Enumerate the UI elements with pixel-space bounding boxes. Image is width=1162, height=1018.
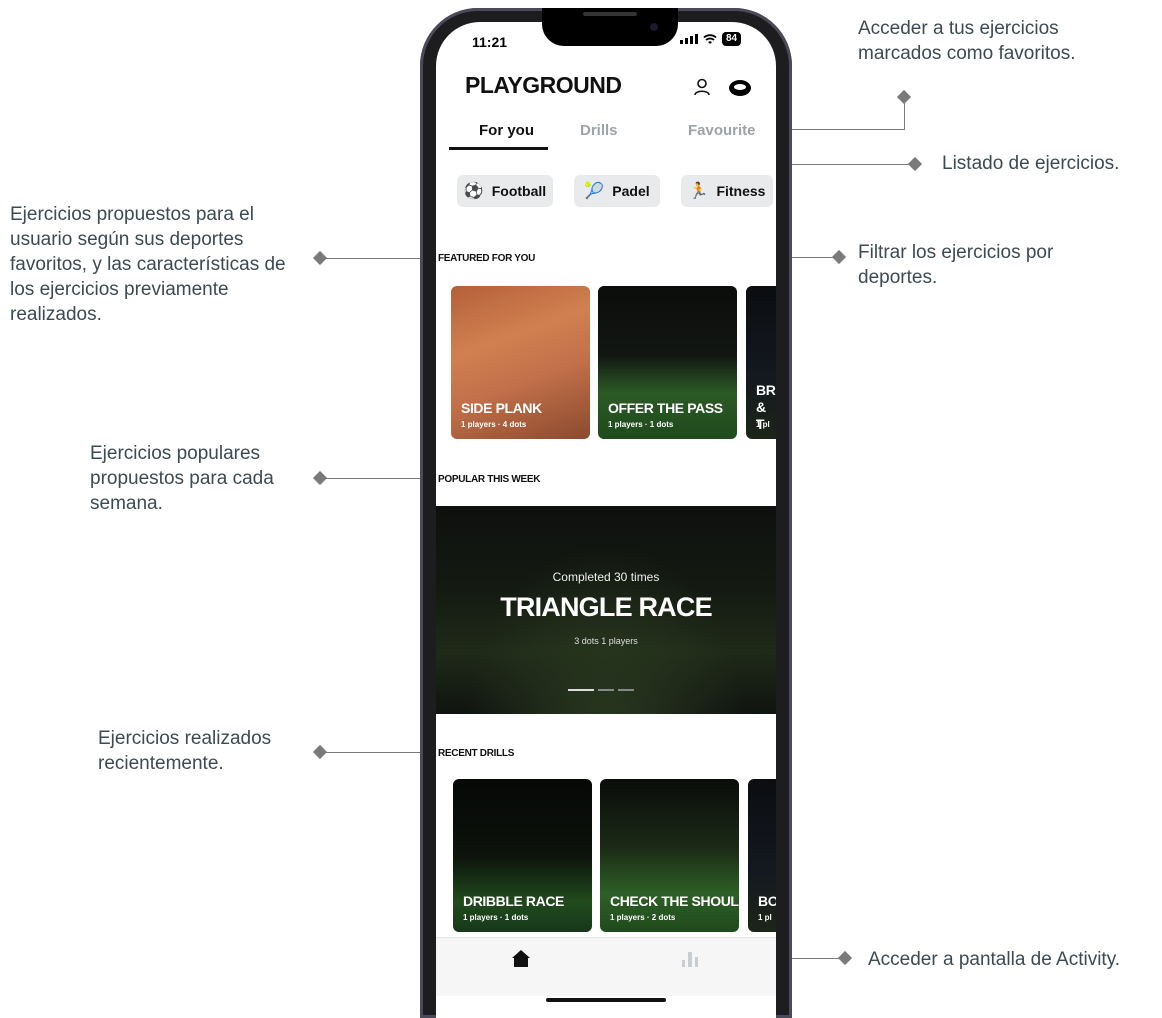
dots-device-icon[interactable]	[729, 80, 751, 96]
filter-chip-label: Football	[491, 183, 547, 199]
tab-favourite[interactable]: Favourite	[688, 122, 756, 139]
card-meta: 1 pl	[756, 420, 770, 429]
annotation-recent: Ejercicios realizados recientemente.	[98, 728, 272, 774]
recent-card[interactable]: BO 1 pl	[748, 779, 776, 932]
completed-count: Completed 30 times	[552, 570, 660, 584]
filter-chip-fitness[interactable]: 🏃 Fitness	[681, 175, 773, 207]
app-title: PLAYGROUND	[465, 72, 622, 98]
annotation-drills-list: Listado de ejercicios.	[942, 153, 1120, 174]
profile-icon[interactable]	[693, 78, 711, 96]
battery-icon: 84	[722, 32, 742, 46]
banner-meta: 3 dots 1 players	[574, 636, 638, 646]
featured-card[interactable]: BR & T 1 pl	[746, 286, 776, 439]
card-meta: 1 players · 1 dots	[608, 420, 674, 429]
card-meta: 1 players · 2 dots	[610, 913, 676, 922]
featured-card[interactable]: SIDE PLANK 1 players · 4 dots	[451, 286, 590, 439]
section-recent-heading: RECENT DRILLS	[438, 748, 515, 759]
section-featured-heading: FEATURED FOR YOU	[438, 253, 536, 264]
active-tab-indicator	[449, 147, 548, 150]
section-popular-heading: POPULAR THIS WEEK	[438, 474, 541, 485]
filter-chip-label: Padel	[612, 183, 650, 199]
connector-marker	[896, 89, 912, 105]
home-indicator	[546, 998, 666, 1002]
status-time: 11:21	[472, 34, 508, 50]
card-title: SIDE PLANK	[461, 400, 542, 416]
annotation-featured: Ejercicios propuestos para el usuario se…	[10, 204, 286, 325]
annotation-popular: Ejercicios populares propuestos para cad…	[90, 443, 274, 514]
connector-marker	[312, 250, 328, 266]
phone-speaker	[583, 12, 637, 16]
tab-for-you[interactable]: For you	[479, 122, 534, 139]
connector-marker	[831, 249, 847, 265]
connector-marker	[312, 744, 328, 760]
signal-icon	[680, 34, 698, 44]
carousel-indicator	[568, 689, 634, 691]
running-icon: 🏃	[688, 183, 709, 200]
card-meta: 1 players · 1 dots	[463, 913, 529, 922]
banner-title: TRIANGLE RACE	[500, 592, 712, 622]
recent-card[interactable]: DRIBBLE RACE 1 players · 1 dots	[453, 779, 592, 932]
connector-marker	[837, 950, 853, 966]
annotation-activity: Acceder a pantalla de Activity.	[868, 949, 1121, 970]
connector-marker	[312, 470, 328, 486]
padel-player-icon: 🎾	[584, 183, 605, 200]
popular-drill-banner[interactable]: Completed 30 times TRIANGLE RACE 3 dots …	[436, 506, 776, 714]
filter-chip-label: Fitness	[716, 183, 766, 199]
card-title: OFFER THE PASS	[608, 400, 723, 416]
connector-marker	[907, 156, 923, 172]
status-icons: 84	[680, 32, 742, 46]
tab-drills[interactable]: Drills	[580, 122, 618, 139]
card-meta: 1 players · 4 dots	[461, 420, 527, 429]
home-icon[interactable]	[511, 949, 531, 968]
bar-chart-icon[interactable]	[681, 950, 699, 967]
filter-chip-football[interactable]: ⚽ Football	[457, 175, 553, 207]
phone-camera	[650, 23, 658, 31]
card-title: CHECK THE SHOULDER	[610, 893, 739, 909]
annotation-filter: Filtrar los ejercicios por deportes.	[858, 242, 1054, 288]
bottom-navigation	[436, 937, 776, 996]
card-title: DRIBBLE RACE	[463, 893, 564, 909]
football-player-icon: ⚽	[463, 183, 484, 200]
card-meta: 1 pl	[758, 913, 772, 922]
wifi-icon	[703, 33, 717, 44]
featured-card[interactable]: OFFER THE PASS 1 players · 1 dots	[598, 286, 737, 439]
annotation-favourites: Acceder a tus ejercicios marcados como f…	[858, 18, 1076, 64]
filter-chip-padel[interactable]: 🎾 Padel	[574, 175, 660, 207]
recent-card[interactable]: CHECK THE SHOULDER 1 players · 2 dots	[600, 779, 739, 932]
card-title: BO	[758, 893, 776, 909]
